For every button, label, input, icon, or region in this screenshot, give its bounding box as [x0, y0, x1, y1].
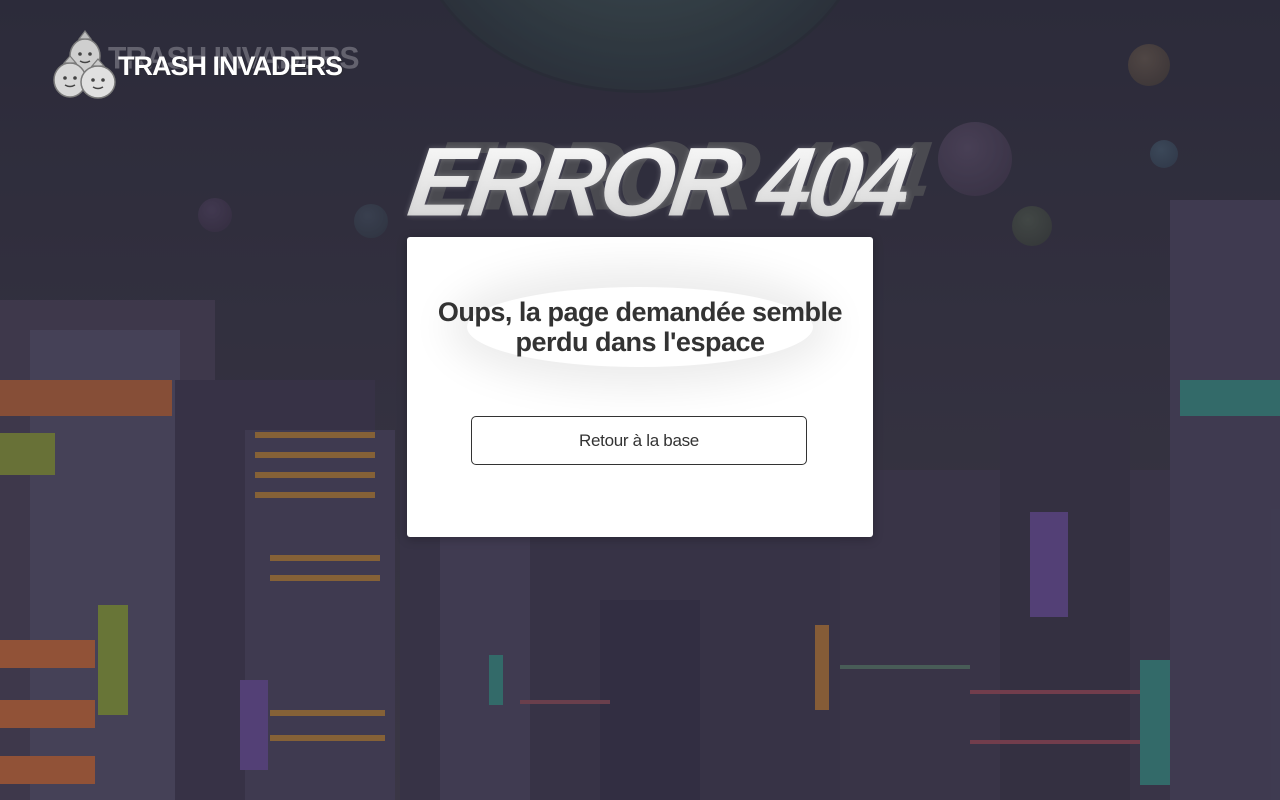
error-heading: ERROR 404 ERROR 404: [402, 122, 933, 248]
site-logo[interactable]: TRASH INVADERS TRASH INVADERS: [52, 28, 359, 102]
error-title: ERROR 404: [402, 127, 915, 239]
logo-text: TRASH INVADERS: [118, 51, 343, 81]
back-to-base-button[interactable]: Retour à la base: [471, 416, 807, 465]
error-message: Oups, la page demandée semble perdu dans…: [437, 297, 843, 357]
error-card: Oups, la page demandée semble perdu dans…: [407, 237, 873, 537]
